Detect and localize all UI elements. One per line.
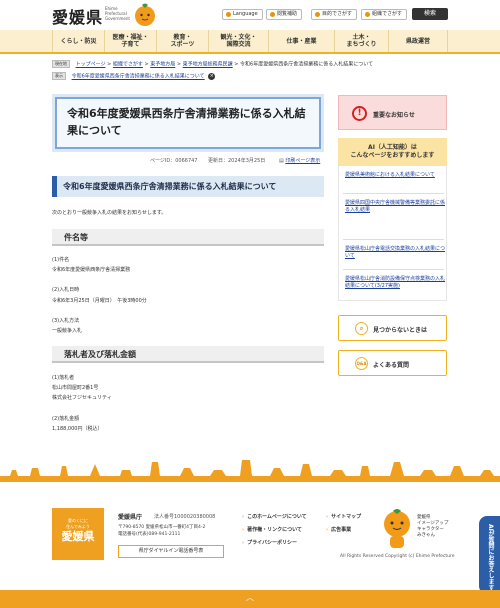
s2-line: (2)落札金額 [52, 416, 80, 422]
page-id: ページID：0066747 [150, 158, 198, 164]
nav-item-education[interactable]: 教育・ スポーツ [156, 30, 208, 52]
page-title: 令和6年度愛媛県西条庁舎清掃業務に係る入札結果について [55, 97, 321, 149]
footer-link-copyright[interactable]: 著作権・リンクについて [242, 526, 302, 533]
mikyan-mascot-icon [384, 509, 410, 548]
mikyan-mascot-icon [135, 3, 155, 26]
faq-button[interactable]: Q&A よくある質問 [338, 350, 447, 376]
footer-office-name: 愛媛県庁 [118, 514, 143, 521]
dial-in-button[interactable]: 県庁ダイヤルイン電話番号表 [118, 545, 224, 558]
ai-chat-button[interactable]: AIが質問にお答えします [479, 516, 500, 594]
copyright: All Rights Reserved Copyright (c) Ehime … [340, 554, 455, 559]
logo-subtitle: Ehime Prefectural Government [105, 6, 130, 21]
print-link[interactable]: ▤ 印刷ページ表示 [279, 157, 320, 164]
target-icon [315, 12, 320, 17]
s1-line: (3)入札方法 [52, 318, 80, 324]
search-by-purpose-button[interactable]: 目的でさがす [311, 9, 358, 20]
site-logo[interactable]: 愛媛県 [52, 4, 103, 28]
display-link[interactable]: 令和6年度愛媛県西条庁舎清掃業務に係る入札結果について [72, 74, 205, 80]
globe-icon [226, 12, 231, 17]
nav-item-life[interactable]: くらし・防災 [52, 30, 104, 52]
s2-line: 1,188,000円（税込） [52, 426, 103, 432]
content-heading: 令和6年度愛媛県西条庁舎清掃業務に係る入札結果について [52, 176, 324, 197]
s2-line: 株式会社フジセキュリティ [52, 395, 112, 401]
eye-icon [270, 12, 275, 17]
breadcrumb-display: 表示 令和6年度愛媛県西条庁舎清掃業務に係る入札結果について × [52, 72, 216, 80]
footer-link-ads[interactable]: 広告事業 [326, 526, 351, 533]
ai-recommend-heading: AI（人工知能）は こんなページをおすすめします [338, 138, 447, 166]
accessibility-button[interactable]: 閲覧補助 [266, 9, 303, 20]
display-tag: 表示 [52, 72, 66, 80]
breadcrumb: 現在地 トップページ > 組織でさがす > 東予地方局 > 東予地方局総務県民課… [52, 60, 373, 68]
global-nav: くらし・防災 医療・福祉・ 子育て 教育・ スポーツ 観光・文化・ 国際交流 仕… [0, 30, 500, 54]
ai-link[interactable]: 愛媛県松山庁舎消防設備保守点検業務の入札結果について(3/27実施) [345, 276, 445, 290]
ai-link[interactable]: 愛媛県美術館における入札結果について [345, 172, 445, 179]
footer-link-about[interactable]: このホームページについて [242, 513, 307, 520]
search-by-organization-button[interactable]: 組織でさがす [361, 9, 408, 20]
close-icon[interactable]: × [208, 72, 216, 80]
exclamation-icon: ! [352, 106, 367, 121]
breadcrumb-link-section[interactable]: 東予地方局総務県民課 [183, 62, 233, 68]
s1-line: 令和6年度愛媛県西条庁舎清掃業務 [52, 267, 131, 273]
s2-line: 松山市問屋町2番1号 [52, 385, 99, 391]
mascot-label: 愛媛県 イメージアップ キャラクター みきゃん [417, 515, 449, 538]
footer-address: 〒790-8570 愛媛県松山市一番町4丁目4-2 電話番号(代表)089-94… [118, 525, 206, 537]
corporate-number: 法人番号1000020380008 [154, 514, 216, 520]
section-heading-subject: 件名等 [52, 229, 324, 246]
footer-logo: 愛のくにに 住んでみよう 愛媛県 [52, 508, 104, 560]
updated-date: 更新日：2024年3月25日 [208, 158, 266, 164]
breadcrumb-current: 令和6年度愛媛県西条庁舎清掃業務に係る入札結果について [240, 61, 374, 68]
s1-line: 一般競争入札 [52, 328, 83, 334]
divider [343, 239, 444, 240]
breadcrumb-tag: 現在地 [52, 60, 70, 68]
org-icon [365, 12, 370, 17]
important-notice-button[interactable]: ! 重要なお知らせ [338, 95, 447, 130]
footer-link-sitemap[interactable]: サイトマップ [326, 513, 361, 520]
nav-item-civil[interactable]: 土木・ まちづくり [334, 30, 388, 52]
nav-item-government[interactable]: 県政運営 [388, 30, 448, 52]
ai-link[interactable]: 愛媛県松山庁舎電話交換業務の入札結果について [345, 246, 445, 260]
nav-item-medical[interactable]: 医療・福祉・ 子育て [104, 30, 156, 52]
divider [343, 193, 444, 194]
footer-link-privacy[interactable]: プライバシーポリシー [242, 539, 297, 546]
s1-line: (2)入札日時 [52, 287, 80, 293]
breadcrumb-link-top[interactable]: トップページ [76, 62, 106, 68]
s2-line: (1)落札者 [52, 375, 75, 381]
search-icon: ⌕ [355, 322, 368, 335]
intro-text: 次のとおり一般競争入札の結果をお知らせします。 [52, 210, 167, 216]
s1-line: 令和6年3月25日（月曜日） 午後3時00分 [52, 298, 147, 304]
nav-item-tourism[interactable]: 観光・文化・ 国際交流 [208, 30, 268, 52]
qa-icon: Q&A [355, 357, 368, 370]
site-header: 愛媛県 Ehime Prefectural Government Languag… [0, 0, 500, 30]
section-heading-winner: 落札者及び落札金額 [52, 346, 324, 363]
breadcrumb-link-org[interactable]: 組織でさがす [113, 62, 143, 68]
nav-item-work[interactable]: 仕事・産業 [268, 30, 334, 52]
back-to-top-icon[interactable]: ︿ [243, 593, 257, 603]
breadcrumb-link-toyo[interactable]: 東予地方局 [150, 62, 175, 68]
cityscape-illustration [0, 460, 500, 482]
language-button[interactable]: Language [222, 9, 263, 20]
not-found-button[interactable]: ⌕ 見つからないときは [338, 315, 447, 341]
s1-line: (1)件名 [52, 257, 70, 263]
ai-recommend-list: 愛媛県美術館における入札結果について 愛媛県四国中央庁舎機械警備等業務委託に係る… [338, 166, 447, 301]
page-title-box: 令和6年度愛媛県西条庁舎清掃業務に係る入札結果について [52, 94, 324, 152]
search-button[interactable]: 検索 [412, 8, 448, 20]
divider [343, 269, 444, 270]
ai-link[interactable]: 愛媛県四国中央庁舎機械警備等業務委託に係る入札結果 [345, 200, 445, 214]
